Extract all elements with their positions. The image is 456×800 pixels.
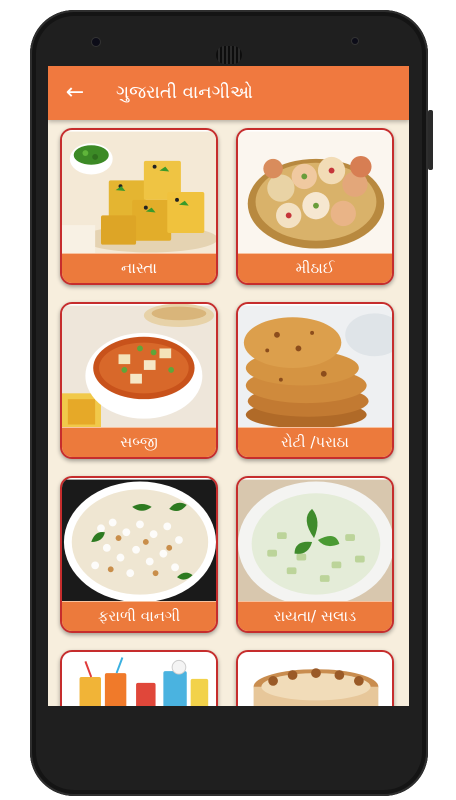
cake-photo	[238, 653, 392, 706]
category-label: રાયતા/ સલાડ	[238, 601, 392, 631]
category-card-drinks[interactable]	[60, 650, 218, 706]
category-grid: નાસ્તા મીઠાઈ સબ્જી રોટી /પરાઠા ફરાળી વાન…	[48, 120, 409, 706]
category-label: રોટી /પરાઠા	[238, 427, 392, 457]
sweets-platter-photo	[238, 131, 392, 255]
paneer-curry-photo	[62, 304, 216, 429]
category-card-farali[interactable]: ફરાળી વાનગી	[60, 476, 218, 633]
category-card-nasta[interactable]: નાસ્તા	[60, 128, 218, 285]
category-card-mithai[interactable]: મીઠાઈ	[236, 128, 394, 285]
category-label: મીઠાઈ	[238, 253, 392, 283]
category-card-sabji[interactable]: સબ્જી	[60, 302, 218, 459]
sensor-icon	[352, 38, 358, 44]
category-card-cake[interactable]	[236, 650, 394, 706]
power-button	[428, 110, 433, 170]
paratha-stack-photo	[238, 305, 392, 429]
back-arrow-icon[interactable]: ←	[62, 80, 88, 106]
dhokla-photo	[62, 131, 216, 255]
category-label: નાસ્તા	[62, 253, 216, 283]
category-card-raita-salad[interactable]: રાયતા/ સલાડ	[236, 476, 394, 633]
front-camera-icon	[92, 38, 100, 46]
earpiece-speaker	[216, 46, 242, 64]
sabudana-khichdi-photo	[62, 479, 216, 603]
app-bar: ← ગુજરાતી વાનગીઓ	[48, 66, 409, 120]
app-screen: ← ગુજરાતી વાનગીઓ નાસ્તા મીઠાઈ સબ્જી રોટી…	[48, 66, 409, 706]
drinks-photo	[62, 653, 216, 706]
category-label: સબ્જી	[62, 427, 216, 457]
cucumber-raita-photo	[238, 479, 392, 604]
category-card-roti-paratha[interactable]: રોટી /પરાઠા	[236, 302, 394, 459]
page-title: ગુજરાતી વાનગીઓ	[116, 82, 253, 103]
category-label: ફરાળી વાનગી	[62, 601, 216, 631]
